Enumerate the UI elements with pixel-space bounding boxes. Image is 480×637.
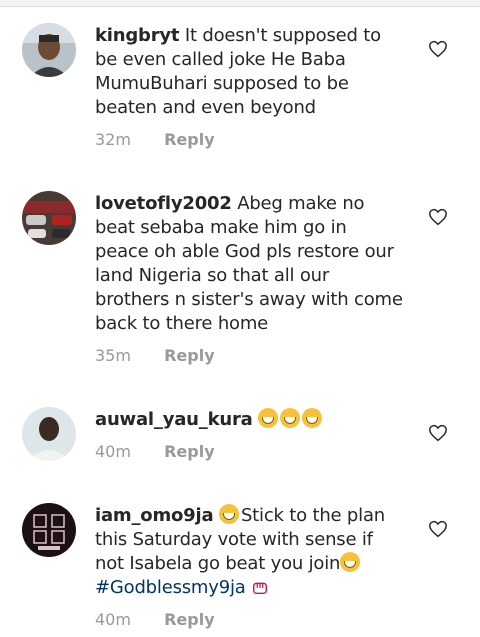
hashtag-link[interactable]: #Godblessmy9ja [95,577,246,598]
heart-outline-icon[interactable] [428,424,448,442]
avatar[interactable] [22,503,76,557]
grinning-face-icon [280,408,301,428]
smiling-face-icon [340,552,361,572]
heart-outline-icon[interactable] [428,40,448,58]
comment-text: kingbryt It doesn't supposed to be even … [95,24,405,120]
comment-text: lovetofly2002 Abeg make no beat sebaba m… [95,192,405,336]
avatar[interactable] [22,23,76,77]
comment-text: iam_omo9ja Stick to the plan this Saturd… [95,504,405,600]
heart-outline-icon[interactable] [428,208,448,226]
reply-button[interactable]: Reply [164,610,215,629]
avatar[interactable] [22,407,76,461]
reply-button[interactable]: Reply [164,130,215,149]
grinning-face-icon [302,408,323,428]
comment-time: 40m [95,610,131,629]
top-divider [0,0,480,7]
comment-username[interactable]: kingbryt [95,25,180,46]
comment-text: auwal_yau_kura [95,408,405,432]
reply-button[interactable]: Reply [164,442,215,461]
grinning-face-icon [258,408,279,428]
comment-body: Abeg make no beat sebaba make him go in … [95,193,403,334]
heart-outline-icon[interactable] [428,520,448,538]
reply-button[interactable]: Reply [164,346,215,365]
comment-username[interactable]: lovetofly2002 [95,193,232,214]
comment-username[interactable]: auwal_yau_kura [95,409,253,430]
comment-time: 32m [95,130,131,149]
grinning-face-icon [218,504,239,524]
comment-time: 40m [95,442,131,461]
comment-meta: 40m Reply [95,442,215,461]
comment-meta: 32m Reply [95,130,215,149]
comment-time: 35m [95,346,131,365]
comment-meta: 35m Reply [95,346,215,365]
comment-username[interactable]: iam_omo9ja [95,505,214,526]
avatar[interactable] [22,191,76,245]
comment-meta: 40m Reply [95,610,215,629]
raised-fist-icon [253,582,268,595]
